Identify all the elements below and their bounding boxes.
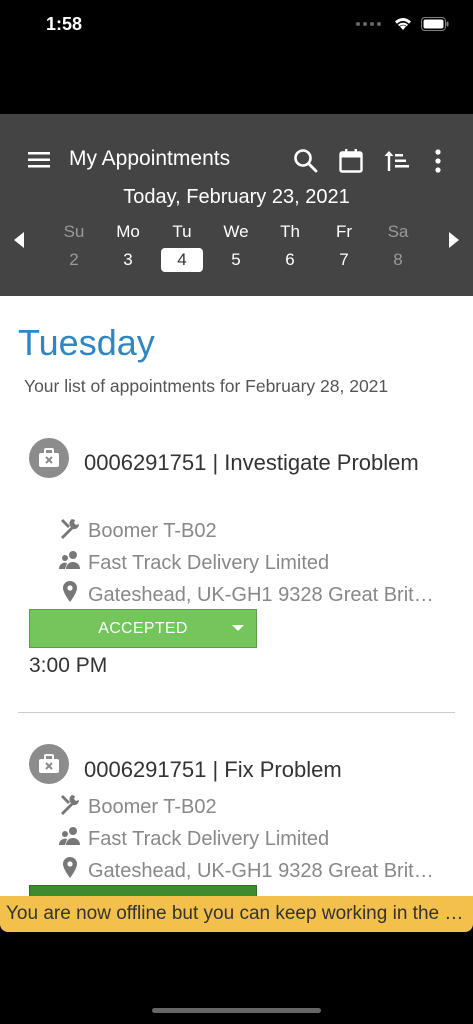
- day-saturday[interactable]: Sa 8: [376, 222, 420, 272]
- location-row: Gateshead, UK-GH1 9328 Great Brit…: [58, 580, 434, 607]
- chevron-down-icon: [232, 625, 244, 631]
- page-title: My Appointments: [69, 147, 231, 170]
- location-pin-icon: [58, 580, 82, 604]
- status-bar: 1:58: [0, 0, 473, 50]
- divider: [18, 712, 455, 713]
- status-time: 1:58: [46, 14, 83, 34]
- tools-icon: [58, 516, 82, 540]
- people-icon: [58, 824, 82, 848]
- tools-icon: [58, 792, 82, 816]
- calendar-icon[interactable]: [337, 147, 365, 175]
- current-date: Today, February 23, 2021: [123, 186, 350, 208]
- day-tuesday[interactable]: Tu 4: [160, 222, 204, 272]
- day-friday[interactable]: Fr 7: [322, 222, 366, 272]
- previous-week-arrow-icon[interactable]: [10, 230, 30, 250]
- location-row: Gateshead, UK-GH1 9328 Great Brit…: [58, 856, 434, 883]
- signal-icon: [356, 21, 381, 26]
- people-icon: [58, 548, 82, 572]
- status-dropdown[interactable]: ACCEPTED: [29, 609, 257, 648]
- next-week-arrow-icon[interactable]: [443, 230, 463, 250]
- appointment-title[interactable]: 0006291751 | Investigate Problem: [29, 446, 449, 480]
- customer-row: Fast Track Delivery Limited: [58, 548, 329, 575]
- battery-icon: [421, 16, 449, 31]
- wifi-icon: [393, 16, 413, 31]
- appointment-title[interactable]: 0006291751 | Fix Problem: [29, 753, 449, 787]
- equipment-row: Boomer T-B02: [58, 516, 217, 543]
- day-thursday[interactable]: Th 6: [268, 222, 312, 272]
- more-options-icon[interactable]: [424, 147, 452, 175]
- offline-banner: You are now offline but you can keep wor…: [0, 896, 473, 932]
- appointments-list: Tuesday Your list of appointments for Fe…: [0, 296, 473, 896]
- sort-icon[interactable]: [383, 147, 411, 175]
- customer-row: Fast Track Delivery Limited: [58, 824, 329, 851]
- day-heading: Tuesday: [18, 322, 155, 363]
- day-wednesday[interactable]: We 5: [214, 222, 258, 272]
- status-dropdown[interactable]: [29, 885, 257, 896]
- home-indicator[interactable]: [152, 1008, 321, 1013]
- hamburger-menu-icon[interactable]: [26, 146, 54, 174]
- appointment-time: 3:00 PM: [29, 654, 108, 677]
- location-pin-icon: [58, 856, 82, 880]
- equipment-row: Boomer T-B02: [58, 792, 217, 819]
- day-monday[interactable]: Mo 3: [106, 222, 150, 272]
- search-icon[interactable]: [292, 147, 320, 175]
- list-subtitle: Your list of appointments for February 2…: [24, 376, 389, 396]
- status-icons: [356, 16, 449, 31]
- day-sunday[interactable]: Su 2: [52, 222, 96, 272]
